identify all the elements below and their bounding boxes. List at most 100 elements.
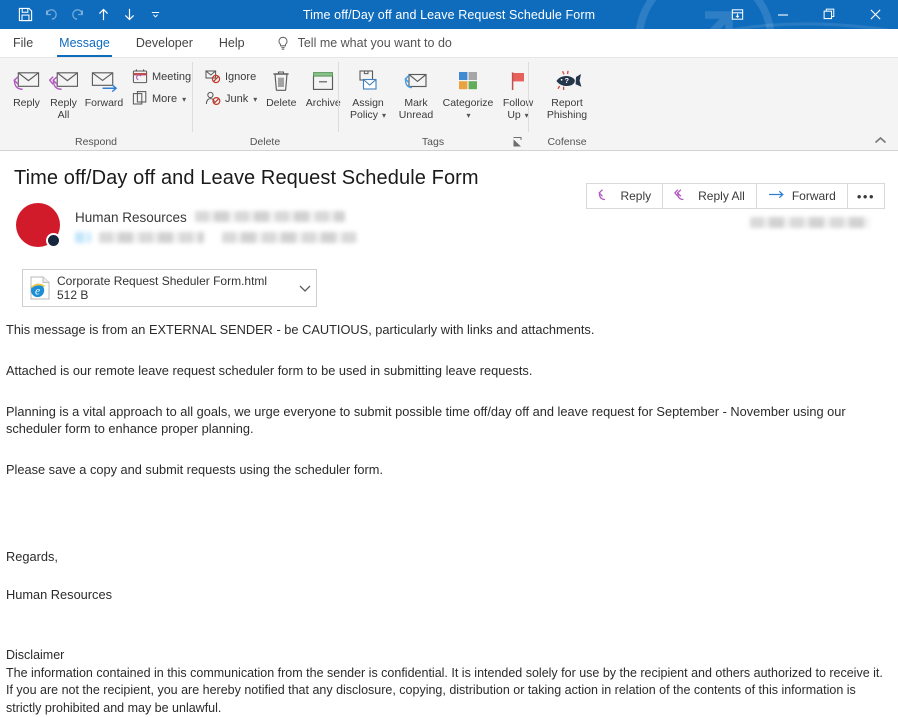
ribbon-group-tags: AssignPolicy ▾ MarkUnread Categorize▾ Fo… [338, 58, 528, 150]
maximize-icon[interactable] [806, 0, 852, 29]
categorize-label: Categorize▾ [439, 98, 497, 121]
undo-icon[interactable] [38, 3, 64, 27]
minimize-icon[interactable] [760, 0, 806, 29]
reading-pane: Time off/Day off and Leave Request Sched… [0, 151, 898, 700]
tags-dialog-launcher-icon[interactable] [512, 135, 524, 149]
attachment-item[interactable]: e Corporate Request Sheduler Form.html 5… [22, 269, 317, 307]
assign-policy-label: AssignPolicy ▾ [343, 98, 393, 121]
ignore-icon [205, 68, 221, 87]
report-phishing-fish-icon: ? [552, 66, 582, 96]
body-paragraph-1: Attached is our remote leave request sch… [6, 362, 884, 379]
report-phishing-label: ReportPhishing [537, 98, 597, 121]
archive-icon [310, 66, 336, 96]
report-phishing-button[interactable]: ? ReportPhishing [536, 63, 598, 121]
chevron-down-icon[interactable] [294, 284, 316, 293]
body-spacer [6, 502, 884, 548]
ribbon: Reply ReplyAll [0, 58, 898, 151]
reply-all-action-label: Reply All [698, 189, 745, 203]
internet-explorer-html-file-icon: e [23, 276, 57, 300]
reply-icon [598, 188, 613, 204]
more-icon [132, 90, 148, 109]
reply-all-icon [49, 66, 78, 96]
reply-action-button[interactable]: Reply [586, 183, 663, 209]
presence-indicator-icon [46, 233, 61, 248]
mark-unread-icon [403, 66, 429, 96]
customize-quick-access-icon[interactable] [142, 3, 168, 27]
forward-button[interactable]: Forward [82, 63, 126, 121]
title-bar: Time off/Day off and Leave Request Sched… [0, 0, 898, 29]
tell-me-search[interactable]: Tell me what you want to do [258, 29, 452, 57]
disclaimer-text: The information contained in this commun… [6, 665, 884, 717]
restore-down-icon[interactable] [714, 0, 760, 29]
forward-icon [90, 66, 119, 96]
recipient-address-redacted [222, 232, 357, 243]
avatar[interactable] [16, 203, 60, 247]
ribbon-group-cofense: ? ReportPhishing Cofense [528, 58, 606, 150]
categorize-button[interactable]: Categorize▾ [440, 63, 496, 121]
tell-me-label: Tell me what you want to do [298, 36, 452, 50]
ribbon-tab-strip: File Message Developer Help Tell me what… [0, 29, 898, 58]
reply-all-button[interactable]: ReplyAll [45, 63, 82, 121]
ribbon-group-respond: Reply ReplyAll [0, 58, 192, 150]
more-actions-icon[interactable]: ••• [847, 183, 885, 209]
junk-icon [205, 90, 221, 109]
tab-message[interactable]: Message [46, 29, 123, 57]
assign-policy-icon [355, 66, 381, 96]
signature: Human Resources [6, 586, 884, 603]
ignore-label: Ignore [225, 71, 256, 83]
chevron-down-icon: ▾ [382, 111, 386, 120]
attachment-name: Corporate Request Sheduler Form.html [57, 275, 294, 288]
save-icon[interactable] [12, 3, 38, 27]
attachment-text: Corporate Request Sheduler Form.html 512… [57, 275, 294, 302]
junk-button[interactable]: Junk ▾ [201, 88, 261, 110]
recipient-name-redacted [99, 232, 204, 243]
forward-label: Forward [79, 98, 129, 110]
meeting-icon [132, 68, 148, 87]
quick-access-toolbar [0, 3, 168, 27]
timestamp-redacted [750, 217, 870, 228]
timestamp-redacted-row [750, 215, 870, 233]
categorize-icon [456, 66, 480, 96]
more-button[interactable]: More ▾ [128, 88, 195, 110]
reply-all-action-button[interactable]: Reply All [662, 183, 757, 209]
tab-file[interactable]: File [0, 29, 46, 57]
recipient-label-redacted [75, 232, 91, 243]
delete-icon [268, 66, 294, 96]
delete-button[interactable]: Delete [261, 63, 301, 110]
mark-unread-label: MarkUnread [391, 98, 441, 121]
mark-unread-button[interactable]: MarkUnread [392, 63, 440, 121]
chevron-down-icon: ▾ [182, 95, 186, 104]
redo-icon[interactable] [64, 3, 90, 27]
body-paragraph-3: Please save a copy and submit requests u… [6, 461, 884, 478]
previous-item-icon[interactable] [90, 3, 116, 27]
sender-name[interactable]: Human Resources [75, 210, 187, 225]
forward-icon [768, 188, 785, 204]
sender-address-redacted [195, 211, 345, 222]
group-label-cofense: Cofense [528, 134, 606, 150]
tab-developer[interactable]: Developer [123, 29, 206, 57]
group-label-delete: Delete [192, 134, 338, 150]
junk-label: Junk [225, 93, 248, 105]
attachment-size: 512 B [57, 289, 294, 302]
group-label-respond: Respond [0, 134, 192, 150]
forward-action-button[interactable]: Forward [756, 183, 848, 209]
reply-all-icon [674, 188, 691, 204]
collapse-ribbon-button[interactable] [870, 132, 890, 148]
disclaimer-spacer [6, 603, 884, 647]
window-controls [714, 0, 898, 29]
ignore-button[interactable]: Ignore [201, 66, 261, 88]
sender-meta: Human Resources [60, 203, 357, 247]
next-item-icon[interactable] [116, 3, 142, 27]
meeting-label: Meeting [152, 71, 191, 83]
sender-name-row: Human Resources [75, 208, 357, 225]
external-sender-warning: This message is from an EXTERNAL SENDER … [6, 321, 884, 338]
reply-action-label: Reply [620, 189, 651, 203]
more-label: More [152, 93, 177, 105]
message-body: This message is from an EXTERNAL SENDER … [0, 307, 898, 717]
close-icon[interactable] [852, 0, 898, 29]
signoff: Regards, [6, 548, 884, 565]
assign-policy-button[interactable]: AssignPolicy ▾ [344, 63, 392, 121]
group-label-tags: Tags [338, 134, 528, 150]
tab-help[interactable]: Help [206, 29, 258, 57]
meeting-button[interactable]: Meeting [128, 66, 195, 88]
